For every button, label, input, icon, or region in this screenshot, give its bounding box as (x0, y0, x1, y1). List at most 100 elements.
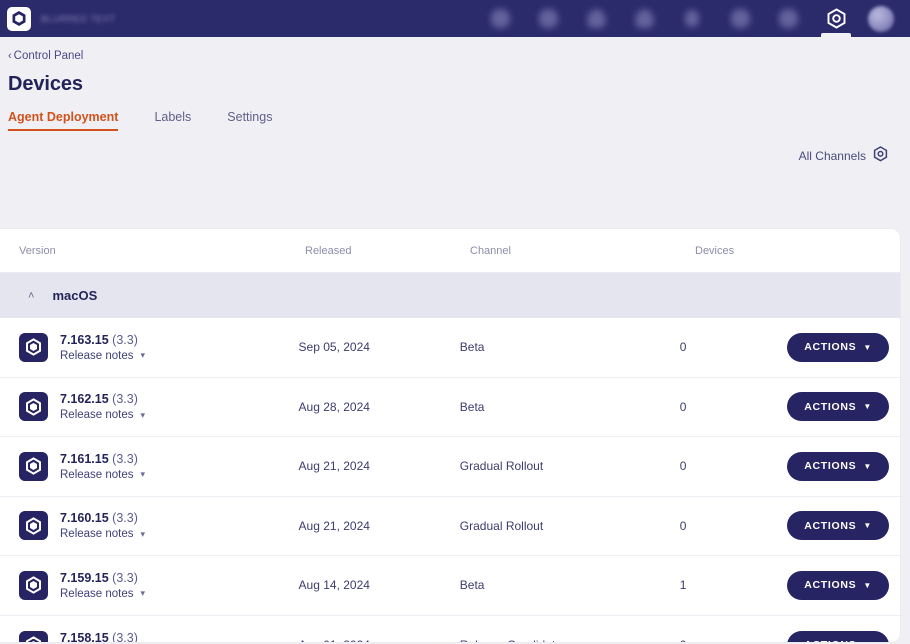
table-row[interactable]: 7.160.15 (3.3) Release notes ▾ Aug 21, 2… (0, 497, 900, 556)
release-notes-toggle[interactable]: Release notes ▾ (60, 588, 145, 600)
table-row[interactable]: 7.159.15 (3.3) Release notes ▾ Aug 14, 2… (0, 556, 900, 616)
page-title: Devices (8, 73, 83, 95)
version-number: 7.163.15 (60, 332, 109, 347)
top-navigation-bar: BLURRED TEXT (0, 0, 910, 37)
actions-button-label: ACTIONS (804, 400, 857, 413)
agent-hexagon-icon (19, 392, 48, 422)
version-number: 7.160.15 (60, 511, 109, 526)
version-build: (3.3) (112, 630, 138, 642)
actions-button-label: ACTIONS (804, 341, 857, 354)
column-header-devices: Devices (695, 244, 735, 257)
agent-hexagon-icon (19, 630, 48, 642)
actions-button[interactable]: ACTIONS ▼ (787, 451, 889, 481)
channel-cell: Beta (459, 399, 485, 414)
version-cell: 7.162.15 (3.3) Release notes ▾ (0, 392, 299, 422)
actions-button-label: ACTIONS (804, 519, 857, 532)
table-row[interactable]: 7.161.15 (3.3) Release notes ▾ Aug 21, 2… (0, 437, 900, 497)
chevron-down-icon: ▾ (140, 588, 146, 599)
actions-button[interactable]: ACTIONS ▼ (787, 630, 889, 642)
tab-bar: Agent Deployment Labels Settings (0, 96, 910, 131)
brand[interactable]: BLURRED TEXT (7, 6, 116, 31)
version-cell: 7.160.15 (3.3) Release notes ▾ (0, 511, 299, 541)
actions-cell: ACTIONS ▼ (787, 630, 900, 642)
actions-button[interactable]: ACTIONS ▼ (787, 332, 889, 362)
devices-count-cell: 0 (679, 340, 687, 355)
brand-name: BLURRED TEXT (41, 13, 116, 24)
breadcrumb-back-caret: ‹ (8, 50, 12, 62)
chevron-down-icon: ▾ (140, 409, 146, 420)
all-channels-label: All Channels (798, 148, 866, 163)
nav-shield-icon[interactable] (620, 0, 668, 37)
actions-cell: ACTIONS ▼ (787, 451, 900, 481)
devices-count-cell: 0 (680, 638, 788, 642)
column-header-released: Released (305, 244, 352, 257)
nav-lock-icon[interactable] (668, 0, 716, 37)
devices-count-cell: 0 (679, 459, 687, 474)
release-notes-label: Release notes (60, 409, 134, 422)
chevron-up-icon[interactable]: ˄ (28, 291, 34, 302)
version-build: (3.3) (112, 570, 138, 585)
nav-hexagon-gear-icon[interactable] (812, 0, 860, 37)
actions-button-label: ACTIONS (804, 639, 856, 642)
nav-user-icon[interactable] (572, 0, 620, 37)
table-row[interactable]: 7.158.15 (3.3) Release notes ▾ Aug 01, 2… (0, 616, 900, 642)
actions-button[interactable]: ACTIONS ▼ (787, 392, 889, 422)
version-number: 7.161.15 (60, 451, 109, 466)
breadcrumb-label: Control Panel (13, 50, 84, 62)
version-cell: 7.161.15 (3.3) Release notes ▾ (0, 451, 299, 481)
actions-button[interactable]: ACTIONS ▼ (787, 511, 889, 541)
top-nav-icons (476, 0, 902, 37)
avatar[interactable] (860, 5, 902, 32)
chevron-down-icon: ▼ (863, 402, 872, 412)
channel-cell: Beta (459, 340, 485, 355)
agent-hexagon-icon (19, 511, 48, 541)
group-label: macOS (52, 288, 98, 303)
version-build: (3.3) (112, 392, 138, 407)
release-notes-toggle[interactable]: Release notes ▾ (60, 409, 145, 421)
actions-button[interactable]: ACTIONS ▼ (787, 570, 889, 600)
nav-bell-icon[interactable] (716, 0, 764, 37)
version-cell: 7.158.15 (3.3) Release notes ▾ (0, 630, 299, 642)
released-cell: Aug 28, 2024 (298, 399, 370, 414)
nav-search-icon[interactable] (476, 0, 524, 37)
version-build: (3.3) (112, 511, 138, 526)
tab-settings[interactable]: Settings (227, 110, 272, 131)
table-header-row: Version Released Channel Devices (0, 229, 900, 273)
nav-grid-icon[interactable] (764, 0, 812, 37)
table-row[interactable]: 7.163.15 (3.3) Release notes ▾ Sep 05, 2… (0, 318, 900, 378)
version-cell: 7.159.15 (3.3) Release notes ▾ (0, 570, 299, 600)
all-channels-filter[interactable]: All Channels (799, 146, 888, 165)
version-number: 7.159.15 (60, 570, 109, 585)
chevron-down-icon: ▼ (863, 342, 872, 352)
release-notes-toggle[interactable]: Release notes ▾ (60, 350, 145, 362)
actions-button-label: ACTIONS (804, 579, 857, 592)
released-cell: Sep 05, 2024 (298, 340, 370, 355)
agent-hexagon-icon (19, 451, 48, 481)
group-row-macos[interactable]: ˄ macOS (0, 273, 900, 318)
page-body: ‹ Control Panel Devices Agent Deployment … (0, 37, 910, 644)
nav-cloud-icon[interactable] (524, 0, 572, 37)
version-build: (3.3) (112, 451, 138, 466)
release-notes-toggle[interactable]: Release notes ▾ (60, 469, 145, 481)
chevron-down-icon: ▼ (863, 641, 872, 642)
chevron-down-icon: ▼ (863, 521, 872, 531)
hexagon-logo-icon[interactable] (7, 6, 31, 31)
agent-hexagon-icon (19, 332, 48, 362)
devices-count-cell: 1 (679, 578, 687, 593)
devices-count-cell: 0 (679, 518, 687, 533)
tab-agent-deployment[interactable]: Agent Deployment (8, 110, 119, 131)
version-cell: 7.163.15 (3.3) Release notes ▾ (0, 332, 299, 362)
channel-cell: Beta (459, 578, 485, 593)
chevron-down-icon: ▼ (863, 461, 872, 471)
release-notes-toggle[interactable]: Release notes ▾ (60, 528, 145, 540)
actions-cell: ACTIONS ▼ (787, 570, 900, 600)
actions-cell: ACTIONS ▼ (787, 511, 900, 541)
actions-cell: ACTIONS ▼ (787, 332, 900, 362)
release-notes-label: Release notes (60, 528, 134, 541)
tab-labels[interactable]: Labels (154, 110, 191, 131)
breadcrumb[interactable]: ‹ Control Panel (0, 37, 83, 62)
channel-cell: Gradual Rollout (459, 518, 544, 533)
agent-deployment-table-card: Version Released Channel Devices ˄ macOS (0, 229, 900, 642)
table-row[interactable]: 7.162.15 (3.3) Release notes ▾ Aug 28, 2… (0, 378, 900, 437)
released-cell: Aug 14, 2024 (298, 578, 370, 593)
